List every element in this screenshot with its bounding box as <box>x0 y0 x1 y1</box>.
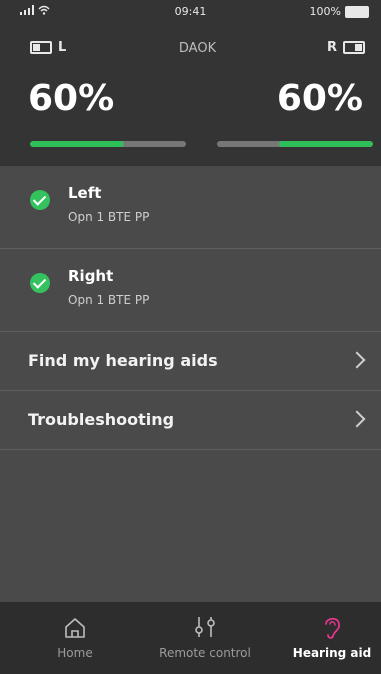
hearing-aid-list: Left Opn 1 BTE PP Right Opn 1 BTE PP Fin… <box>0 166 381 450</box>
chevron-right-icon <box>348 351 366 369</box>
left-battery-percent: 60% <box>28 78 115 119</box>
device-model: Opn 1 BTE PP <box>68 210 150 224</box>
left-battery-bar-fill <box>30 141 124 147</box>
tab-remote-control[interactable]: Remote control <box>145 602 265 674</box>
status-battery: 100% <box>310 5 369 18</box>
right-side-label: R <box>326 40 337 55</box>
right-battery-icon <box>343 41 365 54</box>
header: 09:41 100% L DAOK R 60% 60% <box>0 0 381 166</box>
right-battery-bar <box>217 141 373 147</box>
device-title: Left <box>68 184 102 202</box>
link-label: Troubleshooting <box>28 410 175 429</box>
left-battery-bar <box>30 141 186 147</box>
app-screen: 09:41 100% L DAOK R 60% 60% Left Opn 1 B… <box>0 0 381 674</box>
battery-icon <box>345 5 369 18</box>
tab-label: Hearing aid <box>292 646 372 660</box>
hearing-aid-icon <box>325 617 340 639</box>
home-icon <box>65 618 85 638</box>
right-battery-percent: 60% <box>276 78 363 119</box>
tab-hearing-aid[interactable]: Hearing aid <box>282 602 381 674</box>
battery-row: L DAOK R <box>30 40 365 62</box>
device-model: Opn 1 BTE PP <box>68 293 150 307</box>
right-battery-label: R <box>327 40 365 55</box>
bottom-tab-bar: Home Remote control Hearing aid <box>0 602 381 674</box>
tab-home[interactable]: Home <box>40 602 110 674</box>
device-item-left[interactable]: Left Opn 1 BTE PP <box>0 166 381 249</box>
device-item-right[interactable]: Right Opn 1 BTE PP <box>0 249 381 332</box>
tab-label: Home <box>57 646 93 660</box>
link-label: Find my hearing aids <box>28 351 218 370</box>
device-title: Right <box>68 267 114 285</box>
sliders-icon <box>195 617 215 637</box>
chevron-right-icon <box>348 410 366 428</box>
tab-label: Remote control <box>159 646 251 660</box>
right-battery-bar-fill <box>279 141 373 147</box>
status-battery-text: 100% <box>309 5 341 18</box>
device-name: DAOK <box>178 41 217 56</box>
find-hearing-aids-link[interactable]: Find my hearing aids <box>0 332 381 391</box>
troubleshooting-link[interactable]: Troubleshooting <box>0 391 381 450</box>
connected-check-icon <box>30 273 50 293</box>
connected-check-icon <box>30 190 50 210</box>
status-bar: 09:41 100% <box>0 0 381 22</box>
